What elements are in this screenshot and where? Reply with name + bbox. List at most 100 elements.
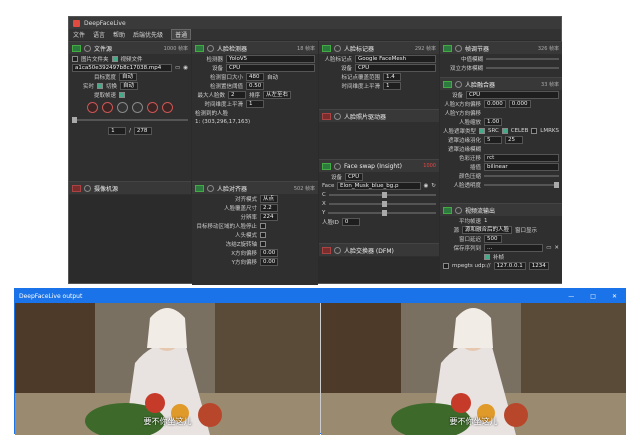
mx-input[interactable]: 0.000 [484, 99, 506, 108]
frame-input[interactable]: 1 [108, 127, 127, 135]
range-input[interactable]: 1.4 [383, 72, 401, 81]
device-select[interactable]: CPU [226, 63, 315, 72]
menu-file[interactable]: 文件 [73, 30, 85, 39]
refresh-icon[interactable]: ↻ [431, 183, 436, 189]
toggle-icon[interactable] [195, 44, 204, 52]
y-offset-input[interactable]: 0.00 [260, 257, 279, 266]
source-select[interactable]: 源和融合后的人脸 [462, 225, 513, 234]
gear-icon[interactable] [455, 44, 462, 52]
freeze-checkbox[interactable] [260, 240, 266, 247]
temporal-input[interactable]: 1 [246, 99, 264, 108]
close-icon[interactable]: ✕ [612, 293, 617, 300]
gear-icon[interactable] [207, 184, 214, 192]
max-faces-input[interactable]: 2 [228, 90, 246, 99]
my-input[interactable]: 0.000 [508, 99, 531, 108]
stop-icon[interactable] [102, 101, 113, 113]
head-mode-checkbox[interactable] [260, 231, 266, 238]
minimize-icon[interactable]: — [568, 293, 574, 300]
window-input[interactable]: 480 [246, 72, 264, 81]
pause-icon[interactable] [162, 101, 173, 113]
radio-folder[interactable] [72, 55, 78, 62]
toggle-icon[interactable] [72, 44, 81, 52]
toggle-icon[interactable] [443, 206, 452, 214]
coverage-input[interactable]: 2.2 [260, 203, 278, 212]
toggle-icon[interactable] [322, 44, 331, 52]
gear-icon[interactable] [207, 44, 214, 52]
port-input[interactable]: 1234 [528, 261, 549, 270]
opacity-slider[interactable] [484, 181, 559, 188]
resolution-input[interactable]: 224 [260, 212, 278, 221]
next-icon[interactable] [132, 101, 143, 113]
fill-checkbox[interactable] [484, 253, 490, 260]
folder-icon[interactable]: ▭ [175, 65, 180, 71]
extract-checkbox[interactable] [119, 91, 125, 98]
toggle-icon[interactable] [443, 44, 452, 52]
detector-title: 人脸检测器 [217, 45, 248, 53]
output-title-bar: DeepFaceLive output — □ ✕ [15, 289, 625, 303]
swap-device-select[interactable]: CPU [345, 172, 363, 181]
path-input[interactable]: ... [484, 243, 544, 252]
backend-select[interactable]: 普通 [171, 29, 192, 40]
color-select[interactable]: rct [484, 153, 559, 162]
blur-input[interactable]: 25 [505, 135, 523, 144]
menu-language[interactable]: 语言 [93, 30, 105, 39]
ip-input[interactable]: 127.0.0.1 [493, 261, 526, 270]
gear-icon[interactable] [334, 112, 341, 120]
seek-slider[interactable] [72, 116, 188, 123]
marker-temporal-input[interactable]: 1 [383, 81, 401, 90]
play-icon[interactable] [147, 101, 158, 113]
maximize-icon[interactable]: □ [590, 293, 596, 300]
gear-icon[interactable] [334, 162, 341, 170]
target-width-input[interactable]: 自动 [119, 72, 137, 81]
record-icon[interactable] [87, 101, 98, 113]
gear-icon[interactable] [84, 184, 91, 192]
folder-icon[interactable]: ▭ [546, 245, 551, 251]
file-source-title: 文件源 [94, 45, 113, 53]
gear-icon[interactable] [455, 80, 462, 88]
close-icon[interactable]: ✕ [554, 245, 559, 251]
realtime-checkbox[interactable] [97, 82, 103, 89]
x-offset-input[interactable]: 0.00 [260, 248, 279, 257]
y-slider[interactable] [328, 209, 436, 216]
eye-icon[interactable]: ◉ [424, 183, 429, 189]
median-slider[interactable] [486, 57, 559, 60]
mode-select[interactable]: 从点 [260, 194, 278, 203]
id-input[interactable]: 0 [341, 217, 360, 226]
toggle-icon[interactable] [72, 184, 81, 192]
prev-icon[interactable] [117, 101, 128, 113]
degrade-slider[interactable] [486, 66, 559, 69]
gear-icon[interactable] [334, 246, 341, 254]
delay-input[interactable]: 500 [484, 234, 502, 243]
exclude-checkbox[interactable] [260, 222, 266, 229]
toggle-icon[interactable] [195, 184, 204, 192]
scale-input[interactable]: 1.00 [484, 117, 503, 126]
gear-icon[interactable] [334, 44, 341, 52]
sync-input[interactable]: 自动 [120, 81, 139, 90]
celeb-checkbox[interactable] [501, 127, 508, 134]
interp-select[interactable]: bilinear [484, 162, 559, 171]
x-slider[interactable] [328, 200, 436, 207]
face-select[interactable]: Elon_Musk_blue_bg.p [337, 181, 421, 190]
gear-icon[interactable] [84, 44, 91, 52]
src-checkbox[interactable] [479, 127, 485, 134]
toggle-icon[interactable] [443, 80, 452, 88]
radio-video[interactable] [111, 55, 118, 62]
file-path-input[interactable]: a1ca50e392497b8c17038.mp4 [72, 63, 172, 72]
c-slider[interactable] [328, 191, 436, 198]
marker-device-select[interactable]: CPU [355, 63, 436, 72]
toggle-icon[interactable] [322, 162, 331, 170]
menu-help[interactable]: 帮助 [113, 30, 125, 39]
lmrks-checkbox[interactable] [531, 127, 538, 134]
threshold-input[interactable]: 0.50 [246, 81, 265, 90]
detector-select[interactable]: YoloV5 [226, 54, 315, 63]
gear-icon[interactable] [455, 206, 462, 214]
toggle-icon[interactable] [322, 112, 331, 120]
merger-device-select[interactable]: CPU [466, 90, 559, 99]
mpegts-checkbox[interactable] [443, 262, 449, 269]
gamma-slider[interactable] [484, 174, 559, 177]
sort-select[interactable]: 从左至右 [263, 90, 292, 99]
toggle-icon[interactable] [322, 246, 331, 254]
eye-icon[interactable]: ◉ [183, 65, 188, 71]
marker-type-select[interactable]: Google FaceMesh [355, 54, 436, 63]
erode-input[interactable]: 5 [484, 135, 502, 144]
